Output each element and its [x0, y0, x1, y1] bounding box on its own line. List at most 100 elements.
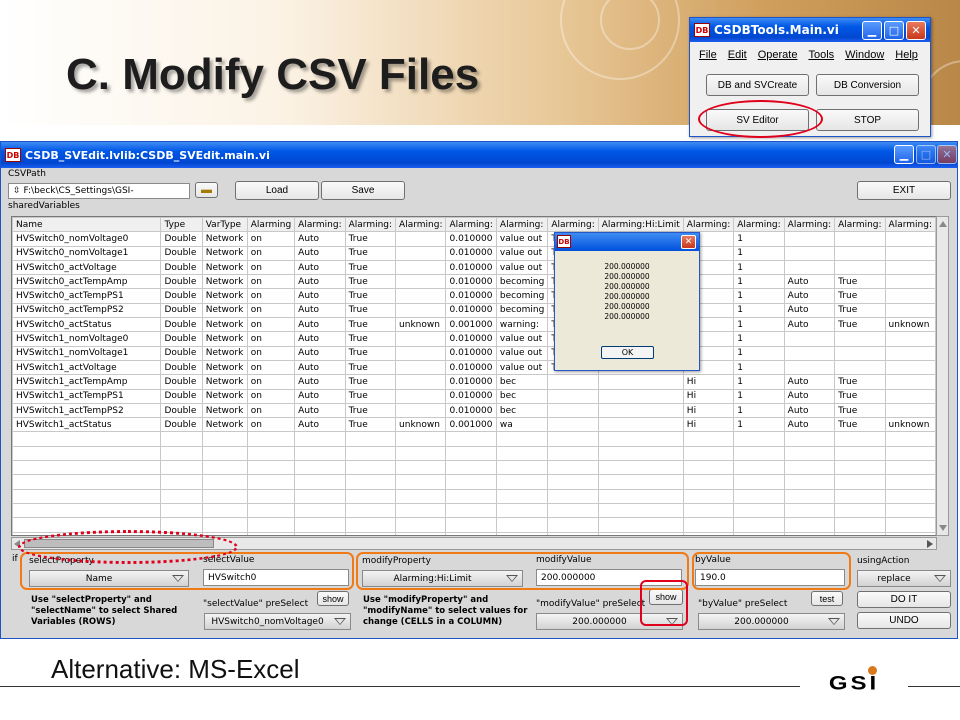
table-cell[interactable]	[294, 445, 346, 462]
table-row[interactable]: HVSwitch1_actTempAmp Double Network on Auto T…	[12, 374, 936, 390]
table-cell[interactable]: True	[344, 345, 397, 361]
table-cell[interactable]	[160, 502, 203, 519]
load-button[interactable]: Load	[235, 181, 319, 200]
table-cell[interactable]: Network	[201, 274, 248, 290]
table-cell[interactable]	[547, 474, 599, 490]
table-cell[interactable]: Double	[160, 345, 203, 361]
table-cell[interactable]	[395, 502, 447, 519]
table-cell[interactable]	[12, 445, 162, 462]
table-cell[interactable]: HVSwitch0_actTempAmp	[12, 274, 162, 290]
table-cell[interactable]: 1	[733, 288, 785, 304]
table-cell[interactable]	[12, 474, 162, 490]
table-cell[interactable]: HVSwitch0_actTempPS2	[12, 302, 162, 319]
table-cell[interactable]	[783, 488, 836, 504]
table-cell[interactable]: becoming	[495, 288, 549, 304]
minimize-icon[interactable]: ▁	[862, 21, 882, 40]
table-row[interactable]	[12, 431, 936, 447]
table-cell[interactable]	[733, 474, 785, 490]
table-cell[interactable]: on	[246, 402, 296, 419]
table-cell[interactable]	[344, 502, 397, 519]
table-cell[interactable]: Double	[160, 402, 203, 419]
table-cell[interactable]	[547, 402, 599, 419]
table-cell[interactable]	[682, 488, 735, 504]
table-cell[interactable]	[246, 460, 296, 476]
table-cell[interactable]	[395, 345, 447, 361]
table-cell[interactable]: Network	[201, 359, 248, 376]
table-cell[interactable]: 1	[733, 302, 785, 319]
table-cell[interactable]	[682, 431, 735, 447]
table-cell[interactable]	[395, 431, 447, 447]
table-cell[interactable]	[294, 431, 346, 447]
stop-button[interactable]: STOP	[816, 109, 919, 131]
table-row[interactable]: HVSwitch1_actTempPS2 Double Network on Auto T…	[12, 402, 936, 419]
table-cell[interactable]: 1	[733, 274, 785, 290]
table-cell[interactable]	[294, 502, 346, 519]
table-cell[interactable]	[246, 531, 296, 535]
table-cell[interactable]	[834, 345, 886, 361]
table-cell[interactable]	[294, 488, 346, 504]
table-cell[interactable]: Hi	[682, 417, 735, 433]
table-cell[interactable]: Auto	[294, 245, 346, 261]
table-cell[interactable]: HVSwitch1_actTempPS2	[12, 402, 162, 419]
table-cell[interactable]: Auto	[783, 274, 836, 290]
table-row[interactable]: HVSwitch1_actVoltage Double Network on Auto T…	[12, 359, 936, 376]
table-cell[interactable]	[160, 474, 203, 490]
table-cell[interactable]: 1	[733, 317, 785, 333]
table-cell[interactable]: 0.010000	[445, 331, 497, 347]
table-cell[interactable]: True	[344, 231, 397, 247]
table-row[interactable]: HVSwitch1_nomVoltage1 Double Network on Auto…	[12, 345, 936, 361]
table-cell[interactable]	[344, 531, 397, 535]
table-cell[interactable]: value out	[495, 259, 549, 276]
do-it-button[interactable]: DO IT	[857, 591, 951, 608]
table-cell[interactable]: 0.010000	[445, 302, 497, 319]
table-cell[interactable]: HVSwitch0_actStatus	[12, 317, 162, 333]
table-cell[interactable]	[547, 460, 599, 476]
table-cell[interactable]: Network	[201, 245, 248, 261]
table-cell[interactable]	[783, 531, 836, 535]
table-cell[interactable]	[733, 531, 785, 535]
table-cell[interactable]	[834, 231, 886, 247]
table-cell[interactable]	[884, 431, 936, 447]
table-row[interactable]: HVSwitch0_actTempAmp Double Network on Auto T…	[12, 274, 936, 290]
table-cell[interactable]	[201, 502, 248, 519]
table-cell[interactable]: 0.010000	[445, 345, 497, 361]
shared-variables-table[interactable]: Name Type VarType Alarming Alarming: Alarming…	[11, 216, 937, 536]
table-cell[interactable]	[294, 517, 346, 533]
table-cell[interactable]	[884, 460, 936, 476]
table-cell[interactable]: Auto	[294, 417, 346, 433]
table-cell[interactable]: Double	[160, 331, 203, 347]
table-cell[interactable]: Double	[160, 374, 203, 390]
table-cell[interactable]	[733, 517, 785, 533]
table-cell[interactable]: HVSwitch1_actStatus	[12, 417, 162, 433]
table-cell[interactable]	[12, 460, 162, 476]
table-cell[interactable]: Auto	[294, 288, 346, 304]
table-cell[interactable]: True	[344, 359, 397, 376]
table-cell[interactable]: bec	[495, 374, 549, 390]
table-cell[interactable]	[495, 488, 549, 504]
table-cell[interactable]	[395, 402, 447, 419]
scroll-up-icon[interactable]	[939, 221, 947, 227]
table-cell[interactable]: Double	[160, 302, 203, 319]
close-icon[interactable]: ✕	[906, 21, 926, 40]
table-cell[interactable]	[547, 431, 599, 447]
table-cell[interactable]	[160, 445, 203, 462]
table-cell[interactable]	[884, 274, 936, 290]
table-cell[interactable]	[294, 460, 346, 476]
table-cell[interactable]: True	[834, 302, 886, 319]
table-cell[interactable]	[884, 531, 936, 535]
table-cell[interactable]	[246, 445, 296, 462]
table-cell[interactable]	[834, 331, 886, 347]
table-cell[interactable]	[834, 531, 886, 535]
table-cell[interactable]: HVSwitch1_actTempAmp	[12, 374, 162, 390]
table-cell[interactable]: True	[344, 245, 397, 261]
table-cell[interactable]	[834, 245, 886, 261]
table-cell[interactable]: HVSwitch1_nomVoltage0	[12, 331, 162, 347]
menu-tools[interactable]: Tools	[808, 49, 834, 61]
table-cell[interactable]: on	[246, 388, 296, 404]
table-cell[interactable]: unknown	[884, 417, 936, 433]
table-cell[interactable]: Hi	[682, 388, 735, 404]
table-cell[interactable]: value out	[495, 359, 549, 376]
table-cell[interactable]	[344, 431, 397, 447]
table-cell[interactable]	[445, 502, 497, 519]
table-cell[interactable]: on	[246, 231, 296, 247]
